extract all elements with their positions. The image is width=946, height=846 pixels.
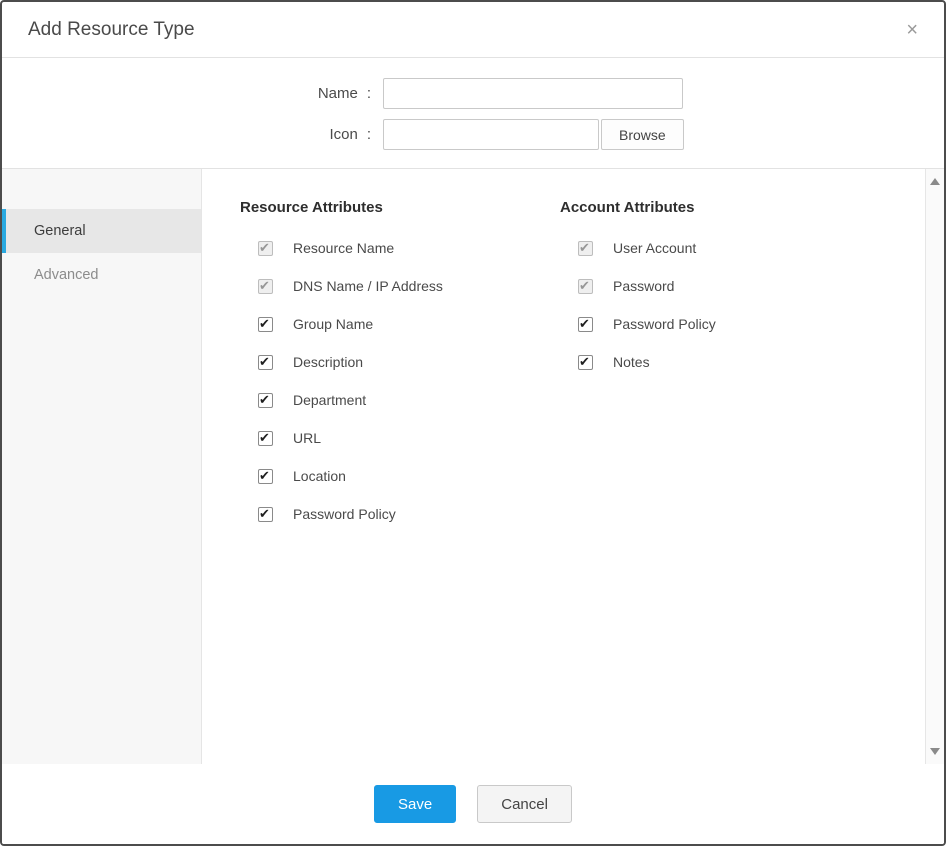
checkbox-row[interactable]: Location [258,468,560,484]
name-row: Name : [2,78,944,109]
checkbox-row[interactable]: DNS Name / IP Address [258,278,560,294]
checkbox-row[interactable]: Description [258,354,560,370]
checkbox-row[interactable]: Password [578,278,925,294]
name-input[interactable] [383,78,683,109]
checkbox-row[interactable]: URL [258,430,560,446]
attributes-panel: Resource Attributes Resource Name DNS Na… [202,169,925,764]
resource-attributes-heading: Resource Attributes [240,199,383,216]
vertical-scrollbar[interactable] [925,169,944,764]
checkbox [258,278,273,294]
cancel-button[interactable]: Cancel [477,785,572,823]
icon-colon: : [366,126,371,143]
checkbox-label: Location [293,468,346,484]
scroll-up-icon[interactable] [930,178,940,185]
checkbox [578,278,593,294]
name-label-text: Name [317,85,358,102]
resource-attributes-column: Resource Attributes Resource Name DNS Na… [240,199,560,764]
sidebar: General Advanced [2,169,202,764]
account-attributes-column: Account Attributes User Account Password… [560,199,925,764]
checkbox-label: User Account [613,240,697,256]
checkbox-label: Password [613,278,675,294]
checkbox-row[interactable]: Group Name [258,316,560,332]
scroll-down-icon[interactable] [930,748,940,755]
checkbox-label: Password Policy [613,316,716,332]
icon-label: Icon : [2,126,383,143]
checkbox-label: DNS Name / IP Address [293,278,443,294]
name-label: Name : [2,85,383,102]
sidebar-item-general[interactable]: General [2,209,201,253]
account-attributes-heading: Account Attributes [560,199,695,216]
checkbox[interactable] [258,506,273,522]
checkbox[interactable] [578,354,593,370]
save-button[interactable]: Save [374,785,457,823]
checkbox[interactable] [258,354,273,370]
checkbox-row[interactable]: Notes [578,354,925,370]
checkbox-label: Group Name [293,316,374,332]
checkbox-row[interactable]: Resource Name [258,240,560,256]
checkbox-label: Notes [613,354,650,370]
sidebar-item-label: Advanced [34,267,99,283]
checkbox-row[interactable]: Password Policy [578,316,925,332]
close-icon[interactable]: × [906,20,918,40]
account-attributes-list: User Account Password Password Policy No… [560,240,925,370]
sidebar-item-advanced[interactable]: Advanced [2,253,201,297]
checkbox-label: Resource Name [293,240,395,256]
checkbox [578,240,593,256]
add-resource-type-dialog: Add Resource Type × Name : Icon : Browse… [0,0,946,846]
checkbox[interactable] [258,316,273,332]
content-area: General Advanced Resource Attributes Res… [2,168,944,764]
sidebar-item-label: General [34,223,86,239]
dialog-footer: Save Cancel [2,764,944,844]
checkbox-row[interactable]: User Account [578,240,925,256]
page-title: Add Resource Type [28,18,195,40]
checkbox-label: Description [293,354,364,370]
icon-input[interactable] [383,119,599,150]
checkbox-label: Password Policy [293,506,396,522]
checkbox[interactable] [258,468,273,484]
checkbox-label: URL [293,430,322,446]
name-colon: : [366,85,371,102]
form-area: Name : Icon : Browse [2,58,944,168]
checkbox[interactable] [258,430,273,446]
browse-button[interactable]: Browse [601,119,684,150]
checkbox-row[interactable]: Password Policy [258,506,560,522]
checkbox[interactable] [258,392,273,408]
checkbox-row[interactable]: Department [258,392,560,408]
icon-label-text: Icon [329,126,358,143]
icon-row: Icon : Browse [2,119,944,150]
checkbox-label: Department [293,392,367,408]
dialog-header: Add Resource Type × [2,2,944,58]
checkbox [258,240,273,256]
checkbox[interactable] [578,316,593,332]
resource-attributes-list: Resource Name DNS Name / IP Address Grou… [240,240,560,522]
